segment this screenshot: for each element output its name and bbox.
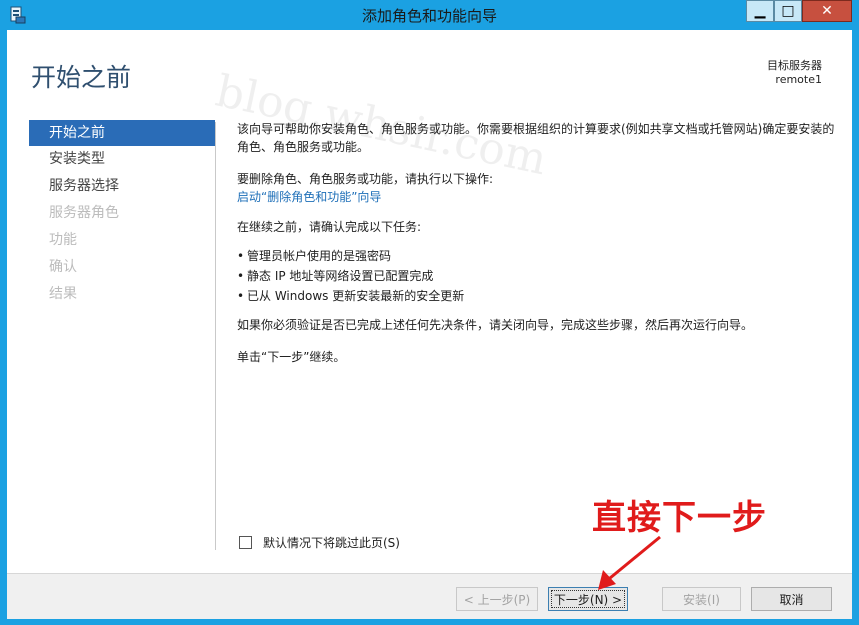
page-title: 开始之前	[31, 63, 132, 92]
previous-button[interactable]: < 上一步(P)	[456, 587, 538, 611]
prerequisite-list: 管理员帐户使用的是强密码 静态 IP 地址等网络设置已配置完成 已从 Windo…	[237, 246, 837, 306]
nav-item-server-selection[interactable]: 服务器选择	[29, 173, 215, 200]
minimize-icon: ▁	[754, 3, 766, 19]
skip-page-checkbox[interactable]	[239, 536, 252, 549]
remove-instructions: 要删除角色、角色服务或功能，请执行以下操作:	[237, 172, 494, 186]
nav-item-installation-type[interactable]: 安装类型	[29, 146, 215, 173]
intro-text: 该向导可帮助你安装角色、角色服务或功能。你需要根据组织的计算要求(例如共享文档或…	[237, 122, 835, 154]
maximize-button[interactable]: □	[774, 0, 802, 22]
remove-roles-link[interactable]: 启动“删除角色和功能”向导	[237, 190, 381, 204]
cancel-button[interactable]: 取消	[751, 587, 832, 611]
nav-item-before-you-begin[interactable]: 开始之前	[29, 120, 215, 146]
nav-item-confirmation: 确认	[49, 259, 77, 275]
nav-item-results: 结果	[49, 286, 77, 302]
main-content: 该向导可帮助你安装角色、角色服务或功能。你需要根据组织的计算要求(例如共享文档或…	[237, 120, 837, 374]
wizard-nav: 开始之前 安装类型 服务器选择 服务器角色 功能 确认 结果	[29, 120, 215, 308]
skip-page-label: 默认情况下将跳过此页(S)	[263, 536, 400, 550]
title-bar[interactable]: 添加角色和功能向导 ▁ □ ✕	[0, 0, 859, 30]
target-server-value: remote1	[775, 73, 822, 86]
prerequisite-heading: 在继续之前，请确认完成以下任务:	[237, 220, 422, 234]
target-server: 目标服务器 remote1	[767, 59, 822, 87]
nav-item-features: 功能	[49, 232, 77, 248]
skip-page-option[interactable]: 默认情况下将跳过此页(S)	[239, 534, 400, 551]
list-item: 已从 Windows 更新安装最新的安全更新	[237, 286, 837, 306]
nav-item-server-roles: 服务器角色	[49, 205, 119, 221]
verify-text: 如果你必须验证是否已完成上述任何先决条件，请关闭向导，完成这些步骤，然后再次运行…	[237, 318, 754, 332]
target-server-label: 目标服务器	[767, 59, 822, 72]
list-item: 管理员帐户使用的是强密码	[237, 246, 837, 266]
close-button[interactable]: ✕	[802, 0, 852, 22]
close-icon: ✕	[821, 3, 833, 19]
wizard-window: 添加角色和功能向导 ▁ □ ✕ blog.whsir.com 开始之前 目标服务…	[0, 0, 859, 625]
button-bar: < 上一步(P) 下一步(N) > 安装(I) 取消	[7, 573, 852, 619]
window-title: 添加角色和功能向导	[361, 7, 497, 25]
continue-text: 单击“下一步”继续。	[237, 350, 346, 364]
annotation-label: 直接下一步	[592, 498, 767, 538]
nav-divider	[215, 122, 216, 550]
next-button[interactable]: 下一步(N) >	[548, 587, 628, 611]
minimize-button[interactable]: ▁	[746, 0, 774, 22]
list-item: 静态 IP 地址等网络设置已配置完成	[237, 266, 837, 286]
maximize-icon: □	[781, 3, 795, 19]
install-button[interactable]: 安装(I)	[662, 587, 741, 611]
